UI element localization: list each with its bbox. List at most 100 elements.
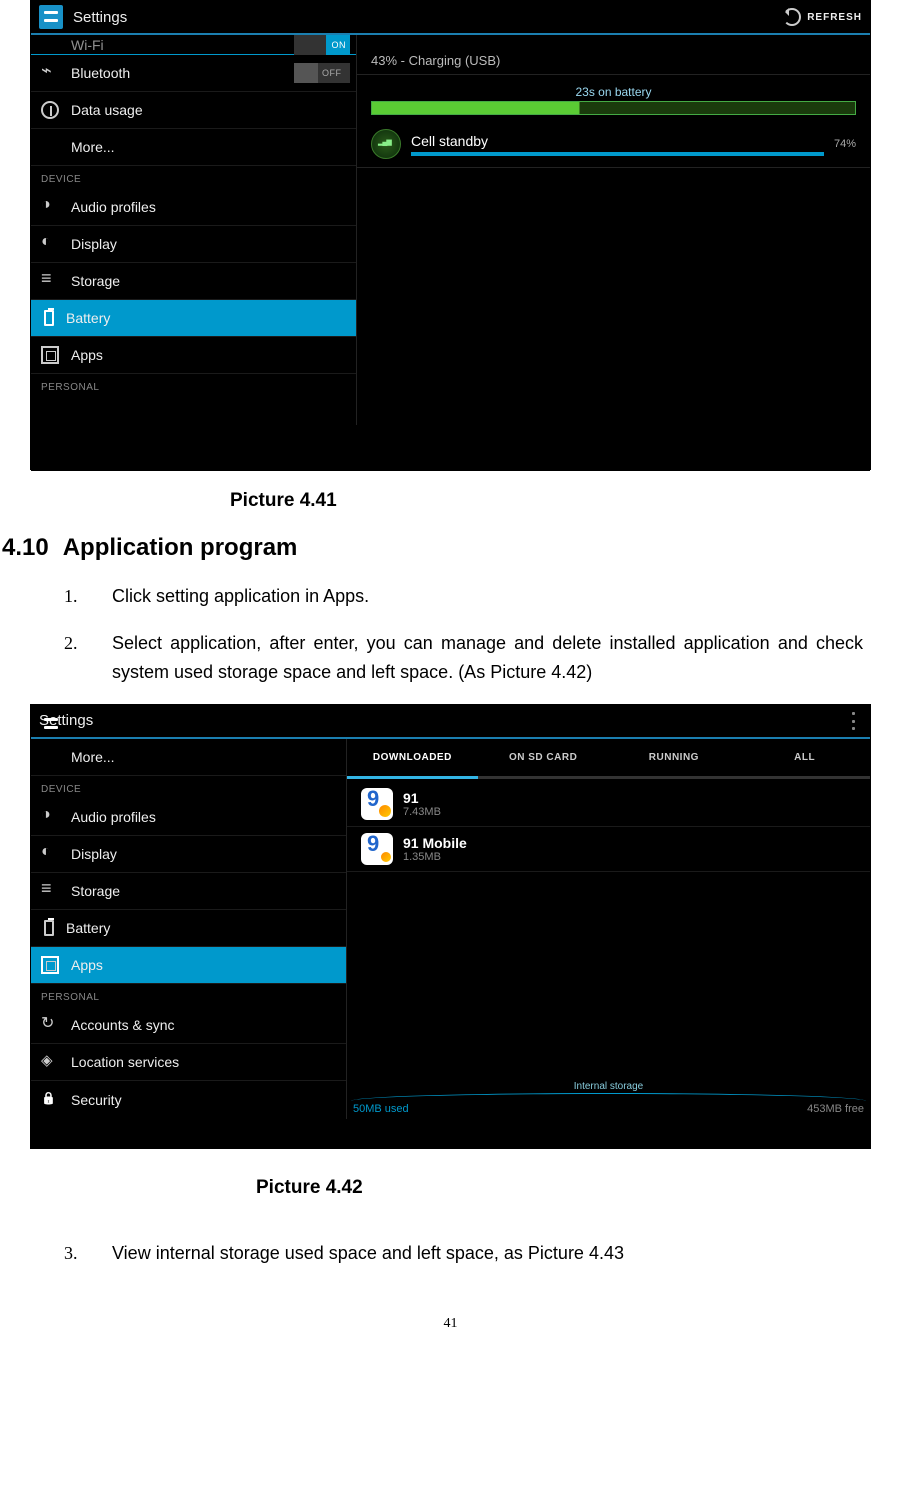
apps-icon xyxy=(41,956,59,974)
sidebar-label: Wi-Fi xyxy=(71,37,104,53)
sidebar-label: Accounts & sync xyxy=(71,1017,175,1033)
app-icon-91 xyxy=(361,788,393,820)
sidebar-label: Bluetooth xyxy=(71,65,130,81)
sidebar-header-device: DEVICE xyxy=(31,776,346,799)
sidebar-item-accounts-sync[interactable]: Accounts & sync xyxy=(31,1007,346,1044)
sidebar-item-location[interactable]: Location services xyxy=(31,1044,346,1081)
battery-item-percent: 74% xyxy=(834,138,856,150)
app-name: 91 xyxy=(403,790,441,806)
sidebar-item-more[interactable]: More... xyxy=(31,739,346,776)
display-icon xyxy=(41,845,59,863)
apps-icon xyxy=(41,346,59,364)
titlebar-title: Settings xyxy=(73,9,127,26)
app-list-item[interactable]: 91 Mobile 1.35MB xyxy=(347,827,870,872)
battery-icon xyxy=(44,310,54,326)
heading-text: Application program xyxy=(63,534,298,562)
sidebar-item-battery[interactable]: Battery xyxy=(31,300,356,337)
battery-icon xyxy=(44,920,54,936)
sidebar-label: Security xyxy=(71,1092,122,1108)
wifi-icon xyxy=(41,36,59,54)
list-item: 3. View internal storage used space and … xyxy=(64,1239,863,1268)
heading-number: 4.10 xyxy=(2,534,49,562)
page-number: 41 xyxy=(0,1286,901,1332)
battery-chart-label: 23s on battery xyxy=(371,85,856,99)
tab-indicator xyxy=(347,776,478,779)
sidebar-item-data-usage[interactable]: Data usage xyxy=(31,92,356,129)
sidebar-item-display[interactable]: Display xyxy=(31,226,356,263)
settings-app-icon xyxy=(39,5,63,29)
battery-chart-line xyxy=(371,101,856,115)
sidebar-label: Apps xyxy=(71,957,103,973)
sidebar-label: Audio profiles xyxy=(71,809,156,825)
tab-sdcard[interactable]: ON SD CARD xyxy=(478,752,609,763)
sidebar-label: Battery xyxy=(66,920,110,936)
sidebar-item-more[interactable]: More... xyxy=(31,129,356,166)
app-size: 1.35MB xyxy=(403,851,467,863)
refresh-button[interactable]: REFRESH xyxy=(783,8,862,26)
app-list-item[interactable]: 91 7.43MB xyxy=(347,782,870,827)
list-number: 1. xyxy=(64,582,84,611)
storage-icon xyxy=(41,272,59,290)
blank-icon xyxy=(41,138,59,156)
sidebar-label: Storage xyxy=(71,273,120,289)
figure-caption-2: Picture 4.42 xyxy=(0,1159,901,1239)
list-text: View internal storage used space and lef… xyxy=(112,1239,624,1268)
storage-free: 453MB free xyxy=(807,1103,864,1115)
sidebar-item-apps[interactable]: Apps xyxy=(31,337,356,374)
settings-sidebar: More... DEVICE Audio profiles Display St… xyxy=(31,739,346,1119)
sidebar-item-audio[interactable]: Audio profiles xyxy=(31,189,356,226)
sidebar-label: More... xyxy=(71,749,115,765)
sync-icon xyxy=(41,1016,59,1034)
location-icon xyxy=(41,1053,59,1071)
sidebar-label: More... xyxy=(71,139,115,155)
list-item: 1. Click setting application in Apps. xyxy=(64,582,863,611)
settings-sidebar: Wi-Fi ON Bluetooth OFF Data usage More..… xyxy=(31,35,356,425)
sidebar-label: Location services xyxy=(71,1054,179,1070)
sidebar-item-apps[interactable]: Apps xyxy=(31,947,346,984)
tab-all[interactable]: ALL xyxy=(739,752,870,763)
sidebar-label: Display xyxy=(71,846,117,862)
sidebar-item-security[interactable]: Security xyxy=(31,1081,346,1118)
sidebar-item-battery[interactable]: Battery xyxy=(31,910,346,947)
battery-detail-pane: 43% - Charging (USB) 23s on battery Cell… xyxy=(356,35,870,425)
tab-running[interactable]: RUNNING xyxy=(609,752,740,763)
sidebar-label: Apps xyxy=(71,347,103,363)
battery-item-bar xyxy=(411,152,824,156)
sidebar-label: Battery xyxy=(66,310,110,326)
storage-summary: Internal storage 50MB used 453MB free xyxy=(347,1081,870,1119)
display-icon xyxy=(41,235,59,253)
audio-icon xyxy=(41,198,59,216)
screenshot-apps-settings: Settings More... DEVICE Audio profiles xyxy=(30,704,871,1149)
section-heading: 4.10 Application program xyxy=(0,534,901,582)
bluetooth-toggle[interactable]: OFF xyxy=(294,63,350,83)
wifi-toggle[interactable]: ON xyxy=(294,35,350,55)
tab-downloaded[interactable]: DOWNLOADED xyxy=(347,752,478,763)
bluetooth-icon xyxy=(41,64,59,82)
sidebar-item-wifi[interactable]: Wi-Fi ON xyxy=(31,35,356,55)
sidebar-label: Audio profiles xyxy=(71,199,156,215)
sidebar-label: Data usage xyxy=(71,102,143,118)
sidebar-header-personal: PERSONAL xyxy=(31,984,346,1007)
screenshot-battery-settings: Settings REFRESH Wi-Fi ON Bluetooth OFF xyxy=(30,0,871,470)
sidebar-item-bluetooth[interactable]: Bluetooth OFF xyxy=(31,55,356,92)
storage-used: 50MB used xyxy=(353,1103,409,1115)
storage-icon xyxy=(41,882,59,900)
battery-usage-item[interactable]: Cell standby 74% xyxy=(357,121,870,168)
sidebar-item-audio[interactable]: Audio profiles xyxy=(31,799,346,836)
security-icon xyxy=(41,1091,59,1109)
battery-chart[interactable]: 23s on battery xyxy=(357,75,870,121)
list-text: Click setting application in Apps. xyxy=(112,582,369,611)
sidebar-item-storage[interactable]: Storage xyxy=(31,263,356,300)
list-text: Select application, after enter, you can… xyxy=(112,629,863,687)
list-item: 2. Select application, after enter, you … xyxy=(64,629,863,687)
refresh-label: REFRESH xyxy=(807,12,862,23)
battery-item-name: Cell standby xyxy=(411,133,824,149)
blank-icon xyxy=(41,748,59,766)
titlebar: Settings REFRESH xyxy=(31,1,870,35)
storage-label: Internal storage xyxy=(570,1081,648,1092)
sidebar-item-display[interactable]: Display xyxy=(31,836,346,873)
list-number: 3. xyxy=(64,1239,84,1268)
sidebar-item-storage[interactable]: Storage xyxy=(31,873,346,910)
titlebar: Settings xyxy=(31,705,870,739)
overflow-menu-button[interactable] xyxy=(852,712,856,730)
